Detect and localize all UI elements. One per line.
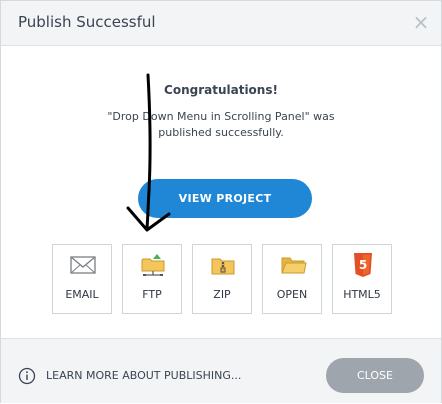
option-label: ZIP <box>213 288 231 301</box>
publish-message: "Drop Down Menu in Scrolling Panel" was … <box>107 110 335 139</box>
option-open[interactable]: OPEN <box>262 244 322 314</box>
publish-dialog: Publish Successful × Congratulations! "D… <box>0 0 442 403</box>
option-ftp[interactable]: FTP <box>122 244 182 314</box>
svg-text:5: 5 <box>359 258 367 272</box>
option-zip[interactable]: ZIP <box>192 244 252 314</box>
info-icon <box>18 367 36 385</box>
learn-more-link[interactable]: LEARN MORE ABOUT PUBLISHING... <box>46 369 241 382</box>
zip-folder-icon <box>211 258 235 275</box>
ftp-folder-icon <box>141 254 165 276</box>
option-label: FTP <box>142 288 162 301</box>
dialog-title: Publish Successful <box>18 13 156 31</box>
dialog-header: Publish Successful × <box>1 1 441 46</box>
option-label: HTML5 <box>343 288 381 301</box>
option-email[interactable]: EMAIL <box>52 244 112 314</box>
view-project-button[interactable]: VIEW PROJECT <box>138 179 312 218</box>
close-button[interactable]: CLOSE <box>326 358 424 393</box>
close-icon[interactable]: × <box>411 12 431 32</box>
dialog-footer: LEARN MORE ABOUT PUBLISHING... CLOSE <box>1 338 441 403</box>
congrats-heading: Congratulations! <box>164 83 278 97</box>
folder-icon <box>281 257 307 274</box>
envelope-icon <box>70 256 96 274</box>
option-html5[interactable]: 5 HTML5 <box>332 244 392 314</box>
option-label: EMAIL <box>65 288 99 301</box>
html5-icon: 5 <box>354 253 372 277</box>
option-label: OPEN <box>276 288 308 301</box>
